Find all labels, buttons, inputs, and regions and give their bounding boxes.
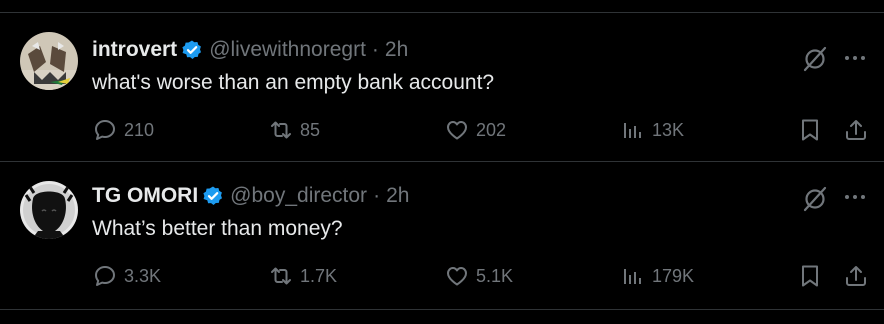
repost-icon — [271, 121, 291, 139]
like-button[interactable]: 5.1K — [444, 259, 513, 293]
reply-count: 210 — [124, 119, 155, 140]
display-name[interactable]: introvert — [92, 37, 177, 63]
views-button[interactable]: 179K — [620, 259, 694, 293]
repost-button[interactable]: 85 — [268, 113, 320, 147]
share-button[interactable] — [843, 259, 869, 293]
views-count: 13K — [652, 119, 685, 140]
separator-dot: · — [373, 184, 381, 207]
bookmark-icon — [802, 265, 818, 287]
reply-icon — [95, 120, 115, 140]
bookmark-icon — [802, 119, 818, 141]
verified-badge-icon — [182, 40, 202, 59]
repost-button[interactable]: 1.7K — [268, 259, 337, 293]
tweet-card[interactable]: TG OMORI @boy_director · 2h What’s bette… — [0, 161, 884, 308]
avatar[interactable] — [20, 32, 78, 90]
timestamp[interactable]: 2h — [385, 37, 408, 63]
views-button[interactable]: 13K — [620, 113, 684, 147]
reply-button[interactable]: 210 — [92, 113, 154, 147]
reply-icon — [95, 266, 115, 286]
more-options-icon[interactable] — [842, 45, 868, 71]
tweet-header: introvert @livewithnoregrt · 2h — [92, 37, 408, 63]
user-handle[interactable]: @livewithnoregrt — [209, 37, 366, 63]
verified-badge-icon — [203, 186, 223, 205]
views-chart-icon — [624, 123, 641, 138]
share-button[interactable] — [843, 113, 869, 147]
avatar[interactable] — [20, 181, 78, 239]
avatar-image — [20, 181, 78, 239]
more-options-icon[interactable] — [842, 184, 868, 210]
tweet-text: What’s better than money? — [92, 217, 343, 240]
like-button[interactable]: 202 — [444, 113, 506, 147]
tweet-text: what's worse than an empty bank account? — [92, 71, 495, 94]
user-handle[interactable]: @boy_director — [230, 183, 367, 209]
grok-icon[interactable] — [801, 185, 829, 213]
reply-count: 3.3K — [124, 265, 162, 286]
share-icon — [846, 266, 866, 286]
tweet-actions: 3.3K 1.7K 5.1K 179K — [0, 259, 884, 293]
display-name[interactable]: TG OMORI — [92, 183, 198, 209]
like-count: 5.1K — [476, 265, 514, 286]
share-icon — [846, 120, 866, 140]
repost-count: 1.7K — [300, 265, 338, 286]
grok-icon[interactable] — [801, 45, 829, 73]
tweet-card[interactable]: introvert @livewithnoregrt · 2h what's w… — [0, 13, 884, 160]
views-chart-icon — [624, 269, 641, 284]
divider — [0, 309, 884, 310]
like-count: 202 — [476, 119, 507, 140]
bookmark-button[interactable] — [797, 259, 823, 293]
timestamp[interactable]: 2h — [386, 183, 409, 209]
heart-icon — [447, 267, 467, 286]
tweet-header: TG OMORI @boy_director · 2h — [92, 183, 409, 209]
tweet-actions: 210 85 202 13K — [0, 113, 884, 147]
timeline-feed: introvert @livewithnoregrt · 2h what's w… — [0, 0, 884, 324]
bookmark-button[interactable] — [797, 113, 823, 147]
heart-icon — [447, 121, 467, 140]
repost-icon — [271, 267, 291, 285]
avatar-image — [20, 32, 78, 90]
separator-dot: · — [371, 38, 379, 61]
repost-count: 85 — [300, 119, 321, 140]
reply-button[interactable]: 3.3K — [92, 259, 161, 293]
views-count: 179K — [652, 265, 695, 286]
